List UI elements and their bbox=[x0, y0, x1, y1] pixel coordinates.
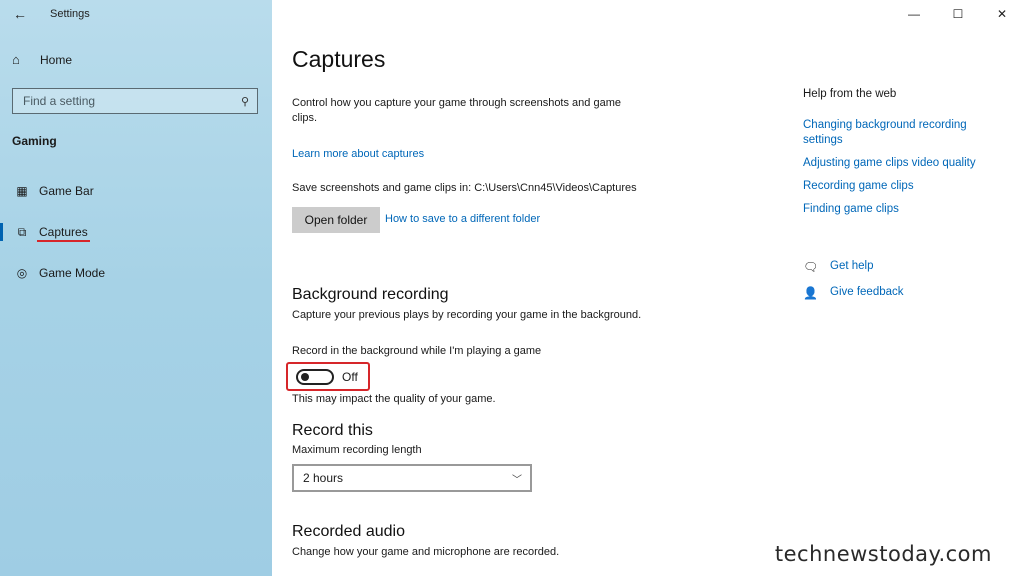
intro-text-line1: Control how you capture your game throug… bbox=[292, 97, 621, 109]
search-icon[interactable]: ⚲ bbox=[241, 95, 249, 108]
sidebar-item-game-bar[interactable]: ▦ Game Bar bbox=[0, 176, 272, 206]
sidebar: ← Settings ⌂ Home ⚲ Gaming ▦ Game Bar ⧉ … bbox=[0, 0, 272, 576]
how-to-save-link[interactable]: How to save to a different folder bbox=[385, 213, 540, 225]
help-heading: Help from the web bbox=[803, 88, 897, 100]
watermark: technewstoday.com bbox=[774, 542, 992, 566]
max-length-label: Maximum recording length bbox=[292, 444, 422, 456]
record-this-heading: Record this bbox=[292, 422, 373, 439]
recorded-audio-desc: Change how your game and microphone are … bbox=[292, 546, 560, 558]
sidebar-item-label: Captures bbox=[37, 225, 90, 242]
chat-help-icon: 🗨 bbox=[803, 259, 819, 274]
get-help-link[interactable]: Get help bbox=[830, 259, 873, 274]
background-recording-heading: Background recording bbox=[292, 286, 449, 303]
section-heading: Gaming bbox=[12, 134, 57, 148]
feedback-icon: 👤 bbox=[803, 285, 818, 300]
page-title: Captures bbox=[292, 46, 386, 72]
get-help-row[interactable]: 🗨 Get help bbox=[803, 259, 873, 274]
search-input[interactable] bbox=[23, 94, 223, 108]
help-link-line: settings bbox=[803, 134, 843, 146]
home-icon: ⌂ bbox=[12, 52, 20, 67]
captures-icon: ⧉ bbox=[17, 224, 27, 239]
background-recording-toggle[interactable] bbox=[296, 369, 334, 385]
close-button[interactable]: ✕ bbox=[980, 0, 1024, 28]
back-button[interactable]: ← bbox=[0, 0, 40, 28]
search-box[interactable]: ⚲ bbox=[12, 88, 258, 114]
help-link-background-settings[interactable]: Changing background recording settings bbox=[803, 118, 967, 148]
background-recording-desc: Capture your previous plays by recording… bbox=[292, 309, 642, 321]
give-feedback-link[interactable]: Give feedback bbox=[830, 285, 904, 300]
open-folder-button[interactable]: Open folder bbox=[292, 207, 380, 233]
sidebar-item-home[interactable]: ⌂ Home bbox=[12, 52, 72, 67]
dropdown-value: 2 hours bbox=[303, 471, 344, 485]
sidebar-item-captures[interactable]: ⧉ Captures bbox=[0, 217, 272, 247]
sidebar-item-game-mode[interactable]: ◎ Game Mode bbox=[0, 258, 272, 288]
close-icon: ✕ bbox=[996, 7, 1008, 21]
toggle-knob bbox=[301, 373, 309, 381]
title-bar: ← Settings bbox=[0, 0, 272, 28]
help-link-line: Changing background recording bbox=[803, 119, 967, 131]
help-link-video-quality[interactable]: Adjusting game clips video quality bbox=[803, 156, 976, 171]
game-bar-icon: ▦ bbox=[16, 184, 28, 198]
selection-indicator bbox=[0, 223, 3, 241]
intro-text-line2: clips. bbox=[292, 112, 318, 124]
sidebar-item-label: Game Mode bbox=[39, 266, 106, 280]
game-mode-icon: ◎ bbox=[16, 266, 28, 280]
chevron-down-icon: ﹀ bbox=[512, 474, 522, 486]
impact-note: This may impact the quality of your game… bbox=[292, 393, 496, 405]
minimize-icon: — bbox=[908, 7, 920, 21]
save-location-text: Save screenshots and game clips in: C:\U… bbox=[292, 182, 637, 194]
recording-length-dropdown[interactable]: 2 hours ﹀ bbox=[292, 464, 532, 492]
highlight-box: Off bbox=[286, 362, 370, 391]
maximize-icon: ☐ bbox=[952, 7, 964, 21]
background-toggle-label: Record in the background while I'm playi… bbox=[292, 345, 542, 357]
home-label: Home bbox=[40, 52, 73, 67]
help-link-finding-clips[interactable]: Finding game clips bbox=[803, 202, 899, 217]
app-title: Settings bbox=[50, 8, 90, 20]
minimize-button[interactable]: — bbox=[892, 0, 936, 28]
give-feedback-row[interactable]: 👤 Give feedback bbox=[803, 285, 904, 300]
learn-more-link[interactable]: Learn more about captures bbox=[292, 148, 424, 160]
window-controls: — ☐ ✕ bbox=[892, 0, 1024, 28]
back-arrow-icon: ← bbox=[13, 6, 27, 22]
toggle-state: Off bbox=[342, 370, 358, 384]
help-link-recording-clips[interactable]: Recording game clips bbox=[803, 179, 914, 194]
recorded-audio-heading: Recorded audio bbox=[292, 523, 405, 540]
sidebar-item-label: Game Bar bbox=[39, 184, 94, 198]
maximize-button[interactable]: ☐ bbox=[936, 0, 980, 28]
